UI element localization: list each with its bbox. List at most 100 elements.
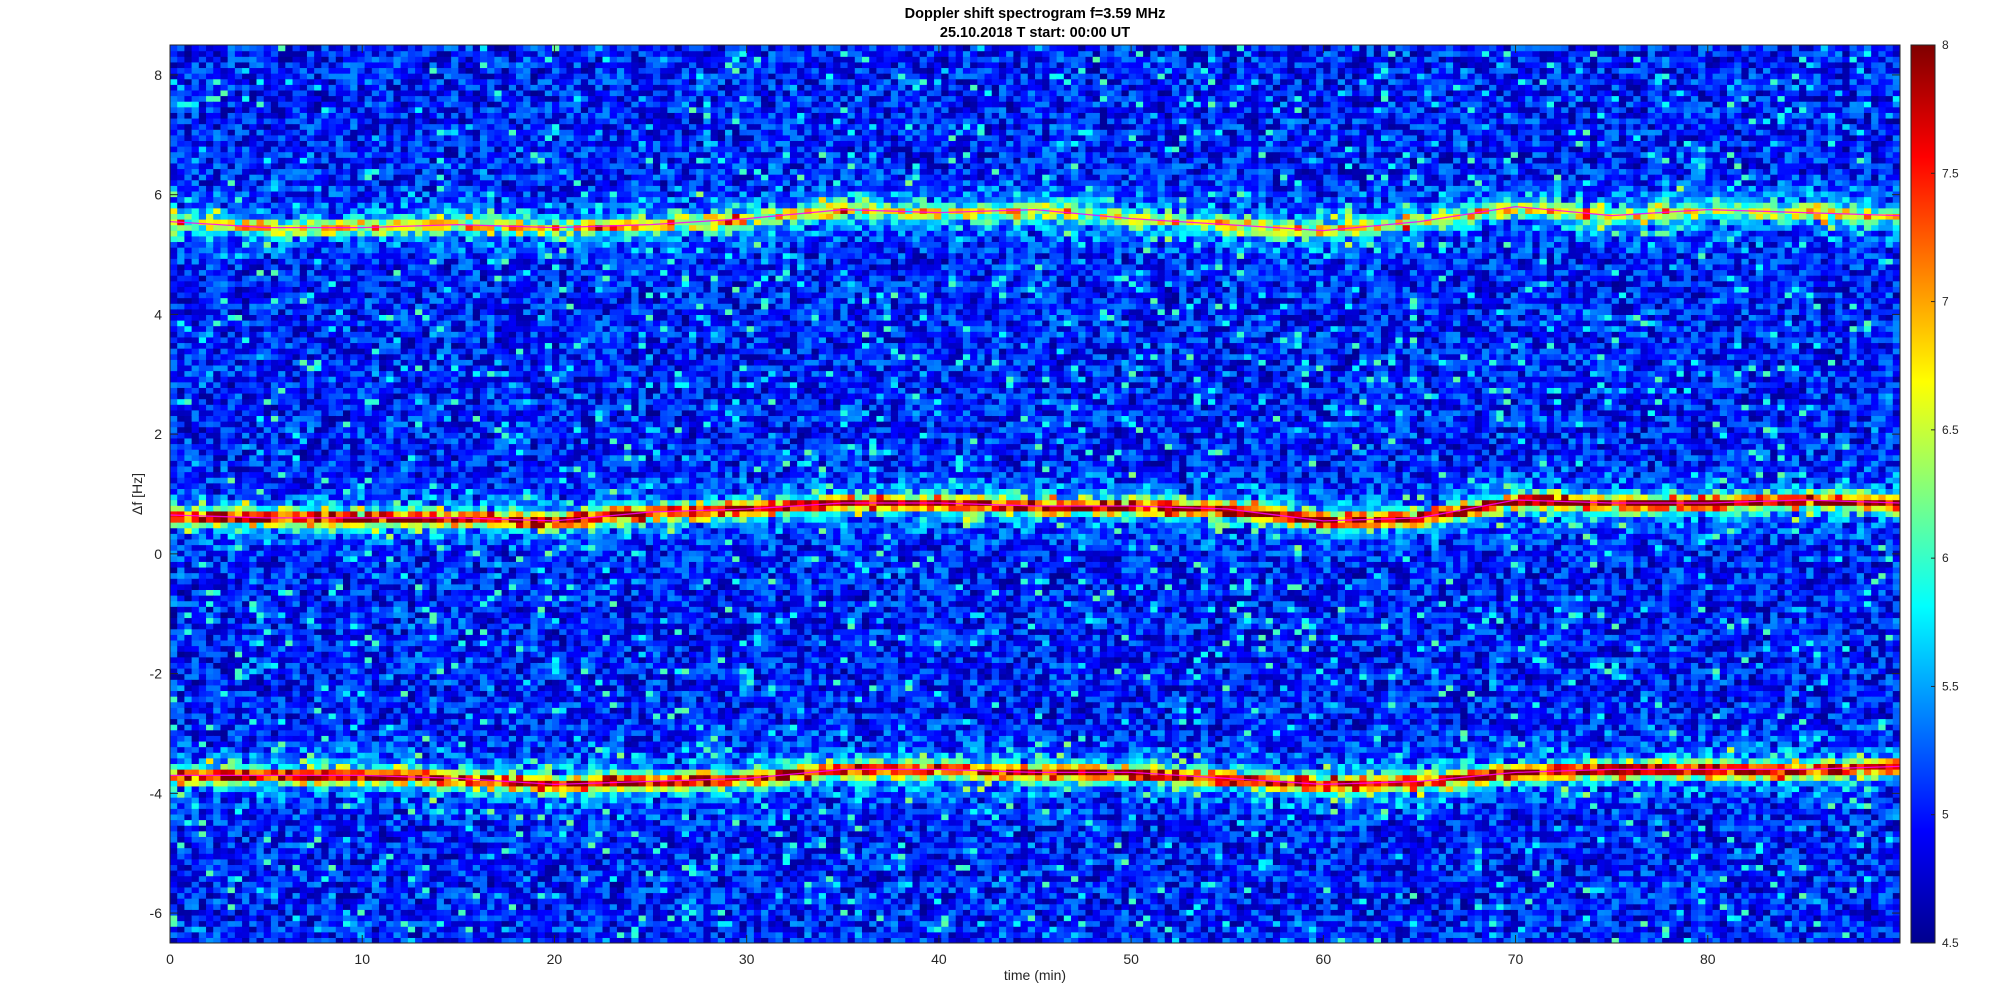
heatmap-cell [386,61,395,69]
heatmap-cell [198,718,207,725]
heatmap-cell [198,735,207,742]
heatmap-cell [306,387,315,394]
heatmap-cell [328,791,337,798]
heatmap-cell [177,841,186,849]
heatmap-cell [198,460,207,467]
heatmap-cell [343,151,351,158]
heatmap-cell [206,263,214,271]
heatmap-cell [379,112,387,119]
heatmap-cell [249,174,258,181]
heatmap-cell [206,443,214,450]
heatmap-cell [278,168,286,175]
heatmap-cell [227,146,236,153]
heatmap-cell [350,589,359,596]
heatmap-cell [343,235,351,243]
heatmap-cell [234,858,243,866]
heatmap-cell [198,628,207,635]
heatmap-cell [357,303,366,310]
heatmap-cell [184,684,193,692]
heatmap-cell [292,729,301,736]
heatmap-cell [306,746,315,753]
heatmap-cell [249,684,258,692]
heatmap-cell [393,791,402,798]
heatmap-cell [364,303,373,310]
heatmap-cell [299,314,308,321]
heatmap-cell [213,78,222,85]
heatmap-cell [292,684,301,692]
heatmap-cell [198,45,207,52]
heatmap-cell [263,729,272,736]
heatmap-cell [299,404,308,411]
heatmap-cell [227,185,236,192]
heatmap-cell [256,325,265,332]
heatmap-cell [256,550,265,557]
heatmap-cell [364,179,373,186]
heatmap-cell [227,909,236,916]
heatmap-cell [227,376,236,383]
heatmap-cell [386,275,395,282]
heatmap-cell [328,336,337,344]
heatmap-cell [350,791,359,798]
heatmap-cell [270,168,279,175]
heatmap-cell [371,134,380,142]
heatmap-cell [206,331,214,338]
heatmap-cell [256,712,265,720]
heatmap-cell [227,780,236,787]
heatmap-cell [292,892,301,899]
heatmap-cell [177,729,186,736]
heatmap-cell [328,482,337,489]
heatmap-cell [306,123,315,130]
heatmap-cell [299,482,308,489]
heatmap-cell [314,595,322,602]
heatmap-cell [213,617,222,624]
heatmap-cell [198,376,207,383]
heatmap-cell [220,185,229,192]
heatmap-cell [256,207,265,214]
heatmap-cell [263,740,272,748]
heatmap-cell [386,146,395,153]
heatmap-cell [191,926,200,933]
heatmap-cell [213,61,222,69]
heatmap-cell [306,398,315,405]
heatmap-cell [371,566,380,574]
heatmap-cell [206,903,214,910]
heatmap-cell [198,84,207,91]
heatmap-cell [386,89,395,97]
heatmap-cell [371,886,380,894]
heatmap-cell [278,185,286,192]
heatmap-cell [364,909,373,916]
heatmap-cell [170,892,178,899]
heatmap-cell [285,280,294,287]
heatmap-cell [227,634,236,641]
heatmap-cell [220,864,229,871]
heatmap-cell [206,409,214,417]
heatmap-cell [314,50,322,57]
heatmap-cell [227,252,236,259]
heatmap-cell [184,112,193,119]
heatmap-cell [386,364,395,372]
heatmap-cell [328,550,337,557]
heatmap-cell [184,679,193,686]
heatmap-cell [220,454,229,461]
heatmap-cell [350,50,359,57]
heatmap-cell [278,499,286,506]
heatmap-cell [393,797,402,804]
heatmap-cell [292,494,301,501]
heatmap-cell [379,707,387,714]
heatmap-cell [350,617,359,624]
heatmap-cell [364,123,373,130]
heatmap-cell [270,797,279,804]
heatmap-cell [292,533,301,540]
heatmap-cell [379,746,387,753]
heatmap-cell [285,724,294,731]
heatmap-cell [263,802,272,809]
heatmap-cell [379,903,387,910]
heatmap-cell [386,291,395,299]
heatmap-cell [335,746,344,753]
heatmap-cell [306,415,315,422]
heatmap-cell [357,892,366,899]
heatmap-cell [184,701,193,708]
heatmap-cell [364,291,373,299]
heatmap-cell [198,151,207,158]
heatmap-cell [242,95,250,102]
